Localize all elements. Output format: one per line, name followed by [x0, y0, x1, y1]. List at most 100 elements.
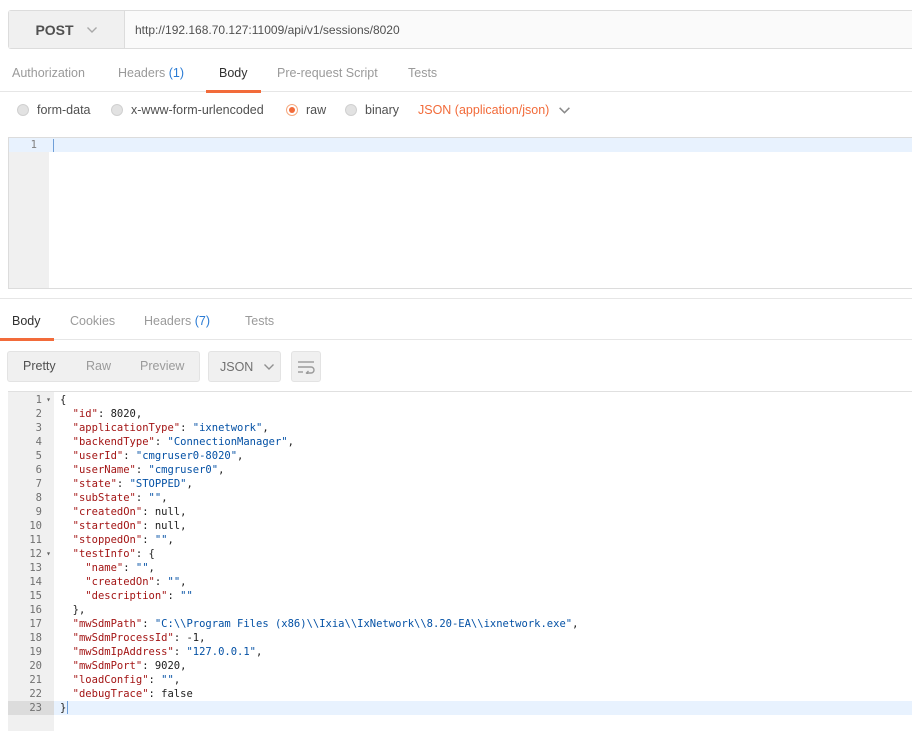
- line-number: 9: [8, 505, 54, 519]
- tab-label: Headers: [144, 314, 192, 328]
- content-type-dropdown[interactable]: JSON (application/json): [418, 103, 571, 117]
- code-line: "debugTrace": false: [72, 688, 193, 700]
- line-number-text: 1: [35, 394, 42, 406]
- radio-dot: [111, 104, 123, 116]
- fold-arrow-icon[interactable]: ▾: [46, 547, 51, 561]
- line-number: 22: [8, 687, 54, 701]
- code-line: {: [60, 394, 67, 406]
- code-line: "mwSdmIpAddress": "127.0.0.1",: [72, 646, 263, 658]
- line-number-text: 7: [35, 478, 42, 490]
- tab-response-body[interactable]: Body: [0, 306, 53, 341]
- pane-divider[interactable]: [0, 298, 912, 299]
- url-input[interactable]: http://192.168.70.127:11009/api/v1/sessi…: [125, 11, 912, 48]
- tab-count: (1): [168, 66, 185, 80]
- active-line-highlight: [9, 138, 912, 152]
- tab-cookies[interactable]: Cookies: [70, 306, 115, 340]
- line-number-text: 5: [35, 450, 42, 462]
- radio-label: x-www-form-urlencoded: [131, 103, 264, 117]
- code-line: "subState": "",: [72, 492, 168, 504]
- line-number-text: 17: [29, 618, 42, 630]
- line-number-text: 16: [29, 604, 42, 616]
- line-number: 14: [8, 575, 54, 589]
- line-number: 1 ▾: [8, 393, 54, 407]
- tab-response-tests[interactable]: Tests: [245, 306, 274, 340]
- chevron-down-icon: [264, 363, 275, 370]
- line-number: 16: [8, 603, 54, 617]
- code-line: },: [60, 604, 86, 616]
- line-number-text: 11: [29, 534, 42, 546]
- tab-headers[interactable]: Headers (1): [118, 58, 184, 92]
- line-number: 2: [8, 407, 54, 421]
- line-number-text: 6: [35, 464, 42, 476]
- tab-label: Body: [219, 66, 248, 80]
- radio-dot: [345, 104, 357, 116]
- tab-pre-request-script[interactable]: Pre-request Script: [277, 58, 378, 92]
- line-number-text: 10: [29, 520, 42, 532]
- response-body-viewer[interactable]: 1 ▾{2 "id": 8020, 3 "applicationType": "ix…: [8, 391, 912, 731]
- chevron-down-icon: [86, 26, 97, 33]
- code-line: "mwSdmProcessId": -1,: [72, 632, 206, 644]
- line-number: 19: [8, 645, 54, 659]
- editor-gutter: [9, 138, 49, 288]
- line-number: 8: [8, 491, 54, 505]
- code-line: "userName": "cmgruser0",: [72, 464, 225, 476]
- view-raw-button[interactable]: Raw: [86, 352, 111, 381]
- line-number: 18: [8, 631, 54, 645]
- line-number-text: 12: [29, 548, 42, 560]
- line-number: 15: [8, 589, 54, 603]
- line-number-text: 19: [29, 646, 42, 658]
- line-number-text: 8: [35, 492, 42, 504]
- wrap-lines-icon: [298, 360, 315, 374]
- view-preview-button[interactable]: Preview: [140, 352, 184, 381]
- format-label: JSON: [220, 359, 254, 374]
- tab-label: Headers: [118, 66, 166, 80]
- view-pretty-button[interactable]: Pretty: [23, 352, 56, 381]
- line-number-text: 9: [35, 506, 42, 518]
- line-number: 12 ▾: [8, 547, 54, 561]
- request-body-editor[interactable]: 1: [8, 137, 912, 289]
- text-cursor: [53, 139, 54, 152]
- line-number-text: 3: [35, 422, 42, 434]
- code-line: "createdOn": "",: [85, 576, 187, 588]
- radio-binary[interactable]: binary: [345, 103, 399, 117]
- tab-tests[interactable]: Tests: [408, 58, 437, 92]
- line-number: 20: [8, 659, 54, 673]
- code-line: "mwSdmPort": 9020,: [72, 660, 187, 672]
- line-number: 5: [8, 449, 54, 463]
- tab-authorization[interactable]: Authorization: [12, 58, 85, 92]
- wrap-lines-button[interactable]: [291, 351, 321, 382]
- radio-label: raw: [306, 103, 327, 117]
- code-line: "testInfo": {: [72, 548, 155, 560]
- line-number-text: 20: [29, 660, 42, 672]
- line-number: 3: [8, 421, 54, 435]
- format-dropdown[interactable]: JSON: [208, 351, 281, 382]
- radio-raw[interactable]: raw: [286, 103, 326, 117]
- line-number-text: 18: [29, 632, 42, 644]
- line-number-text: 2: [35, 408, 42, 420]
- active-line-highlight: [8, 701, 912, 715]
- view-mode-group: Pretty Raw Preview: [7, 351, 200, 382]
- response-tabs: Body Cookies Headers (7) Tests: [0, 306, 912, 341]
- tab-label: Cookies: [70, 314, 116, 328]
- line-number: 13: [8, 561, 54, 575]
- request-bar: POST http://192.168.70.127:11009/api/v1/…: [8, 10, 912, 49]
- line-number-text: 4: [35, 436, 42, 448]
- code-line: "description": "": [85, 590, 193, 602]
- fold-arrow-icon[interactable]: ▾: [46, 393, 51, 407]
- tab-response-headers[interactable]: Headers (7): [144, 306, 210, 340]
- radio-form-data[interactable]: form-data: [17, 103, 91, 117]
- radio-x-www-form-urlencoded[interactable]: x-www-form-urlencoded: [111, 103, 264, 117]
- code-line: "id": 8020,: [72, 408, 143, 420]
- tab-count: (7): [194, 314, 211, 328]
- tab-label: Pre-request Script: [277, 66, 378, 80]
- text-cursor: [67, 701, 68, 714]
- code-line: }: [60, 702, 67, 714]
- tab-label: Tests: [408, 66, 438, 80]
- code-line: "stoppedOn": "",: [72, 534, 174, 546]
- code-line: "state": "STOPPED",: [72, 478, 193, 490]
- chevron-down-icon: [559, 106, 571, 114]
- tab-body[interactable]: Body: [206, 58, 260, 93]
- line-number: 17: [8, 617, 54, 631]
- line-number-text: 14: [29, 576, 42, 588]
- method-dropdown[interactable]: POST: [9, 11, 125, 48]
